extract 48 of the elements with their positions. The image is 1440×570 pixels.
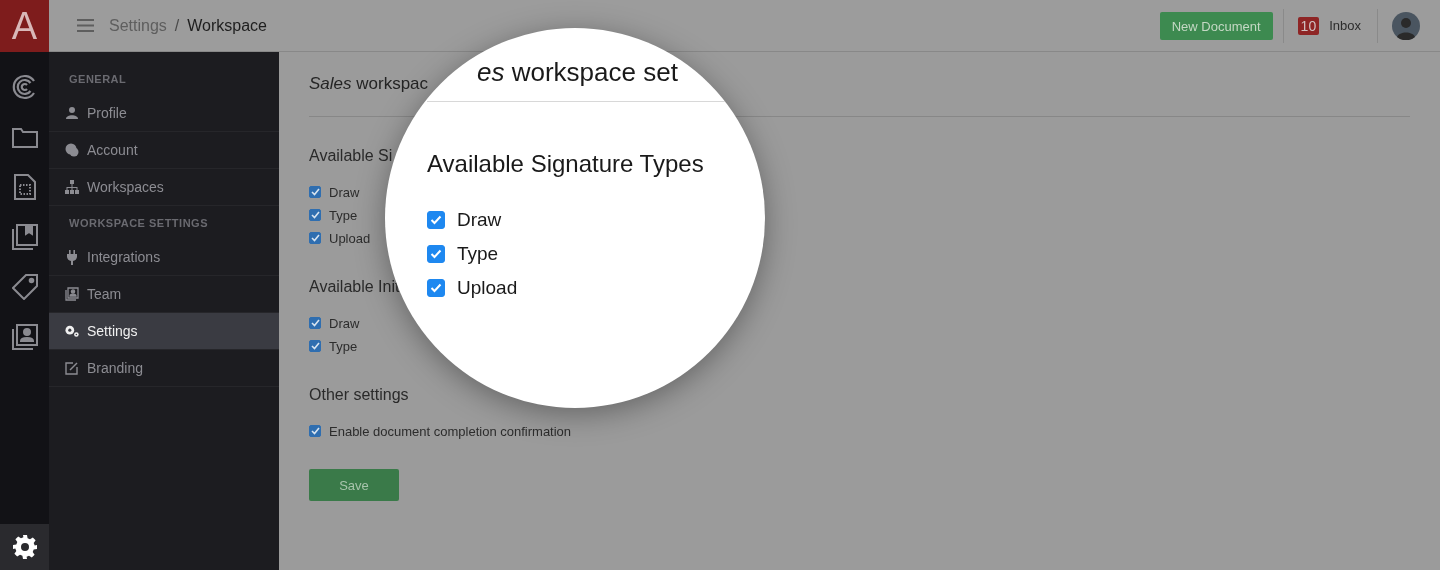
checkbox[interactable]	[309, 317, 321, 329]
sidebar-item[interactable]: Settings	[49, 313, 279, 350]
checkbox-label: Type	[329, 338, 358, 354]
checkbox[interactable]	[309, 425, 321, 437]
gears-icon	[65, 324, 79, 338]
tag-icon[interactable]	[11, 274, 38, 300]
save-button[interactable]: Save	[309, 469, 399, 501]
section-heading: Available Si	[309, 147, 393, 165]
sidebar-item[interactable]: Workspaces	[49, 169, 279, 206]
magnified-section-heading: Available Signature Types	[427, 149, 705, 179]
sidebar-section-title: GENERAL	[68, 72, 128, 87]
magnified-checkbox-label: Draw	[457, 209, 502, 231]
checkbox[interactable]	[309, 232, 321, 244]
sidebar-item[interactable]: Profile	[49, 95, 279, 132]
breadcrumb-item: Workspace	[187, 16, 267, 35]
book-icon[interactable]	[11, 224, 38, 250]
settings-icon[interactable]	[11, 534, 38, 560]
app-logo[interactable]: A	[0, 0, 49, 52]
magnified-checkbox-label: Upload	[457, 277, 518, 299]
person-icon	[65, 107, 79, 119]
inbox-link[interactable]: Inbox	[1329, 18, 1361, 33]
checkbox-label: Draw	[329, 315, 360, 331]
checkbox[interactable]	[309, 209, 321, 221]
section-heading: Other settings	[309, 386, 409, 404]
spiral-icon[interactable]	[11, 74, 38, 100]
sidebar-section-title: WORKSPACE SETTINGS	[68, 216, 209, 231]
contact-card-icon	[65, 287, 79, 301]
document-icon[interactable]	[13, 174, 36, 200]
magnified-page-title: es workspace set	[477, 56, 678, 88]
checkbox-label: Type	[329, 207, 358, 223]
checkbox[interactable]	[309, 340, 321, 352]
sidebar-item[interactable]: Branding	[49, 350, 279, 387]
edit-icon	[65, 361, 79, 375]
sidebar-item[interactable]: Account	[49, 132, 279, 169]
checkbox-label: Draw	[329, 184, 360, 200]
plug-icon	[65, 249, 79, 265]
contact-card-icon[interactable]	[11, 324, 38, 350]
sitemap-icon	[65, 180, 79, 194]
checkbox-label: Enable document completion confirmation	[329, 423, 572, 439]
checkbox-label: Upload	[329, 230, 371, 246]
magnified-checkbox-label: Type	[457, 243, 499, 265]
avatar-icon[interactable]	[1392, 11, 1420, 40]
inbox-count-badge: 10	[1297, 16, 1320, 35]
new-document-button[interactable]: New Document	[1159, 11, 1273, 40]
checkbox[interactable]	[309, 186, 321, 198]
folder-icon[interactable]	[11, 126, 38, 148]
breadcrumb-separator: /	[174, 16, 180, 35]
sidebar-item[interactable]: Integrations	[49, 239, 279, 276]
